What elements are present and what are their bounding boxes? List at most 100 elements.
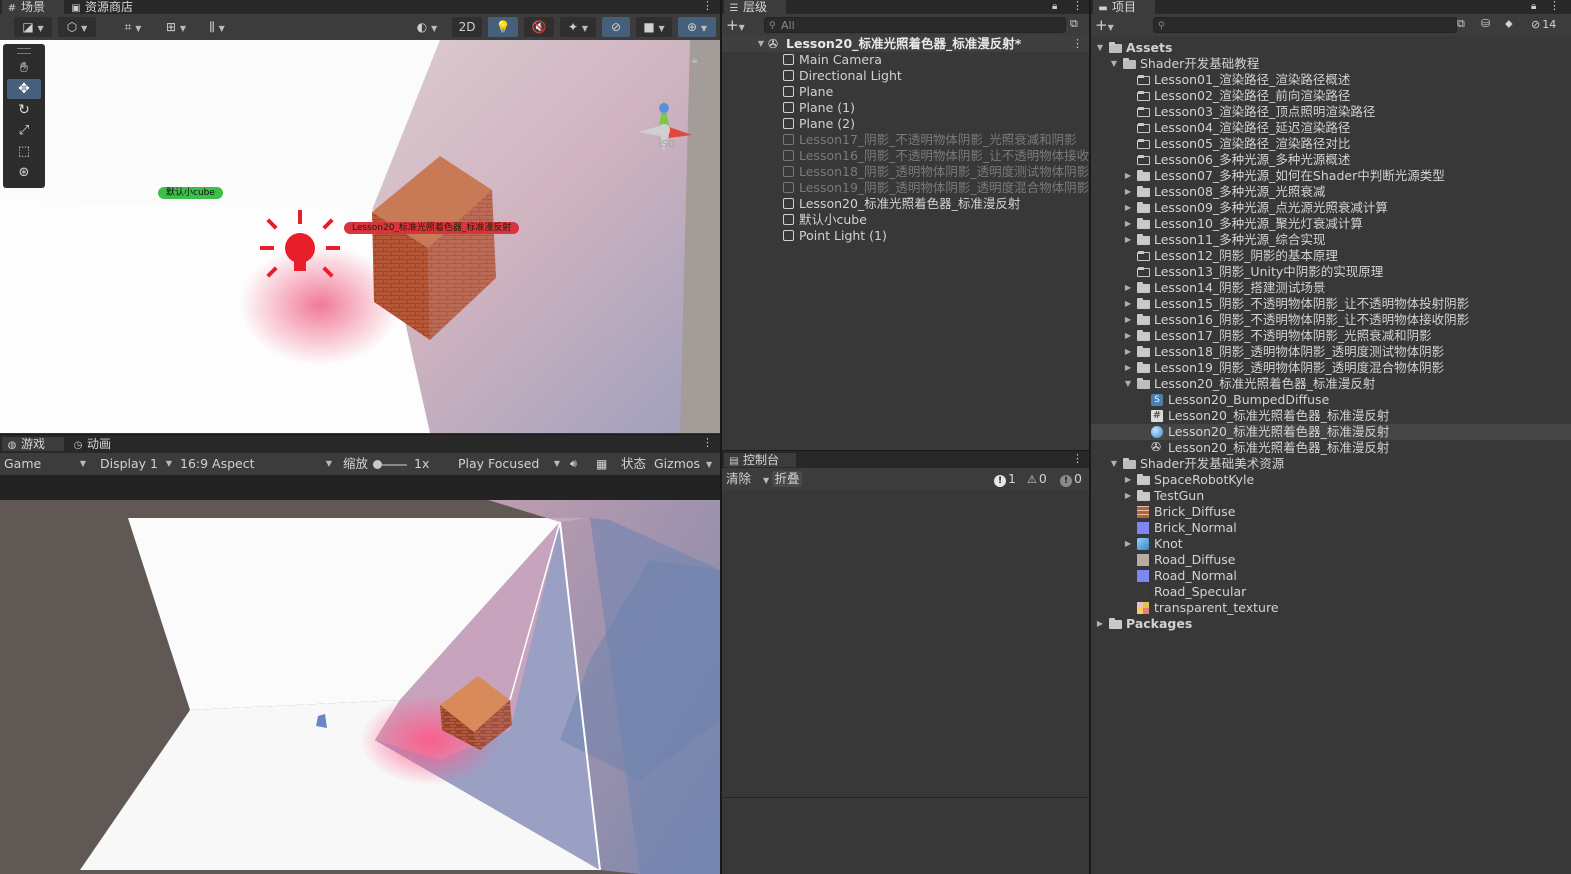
play-focused-dropdown[interactable]: Play Focused ▼ — [458, 456, 562, 472]
hierarchy-item[interactable]: Lesson19_阴影_透明物体阴影_透明度混合物体阴影 — [722, 180, 1089, 196]
console-error-toggle[interactable]: ! 1 — [994, 471, 1016, 487]
fold-arrow-icon[interactable]: ▶ — [1123, 472, 1133, 488]
project-tree-item[interactable]: ▶ Lesson08_多种光源_光照衰减 — [1091, 184, 1571, 200]
fold-arrow-icon[interactable]: ▼ — [1095, 40, 1105, 56]
project-tree-item[interactable]: Lesson20_标准光照着色器_标准漫反射 — [1091, 424, 1571, 440]
hierarchy-item[interactable]: Lesson17_阴影_不透明物体阴影_光照衰减和阴影 — [722, 132, 1089, 148]
camera-dropdown[interactable]: ■ ▼ — [636, 17, 672, 37]
hierarchy-item[interactable]: Lesson20_标准光照着色器_标准漫反射 — [722, 196, 1089, 212]
hierarchy-search-input[interactable]: ⚲ All — [764, 17, 1066, 33]
gizmos-button[interactable]: Gizmos — [654, 456, 700, 472]
fold-arrow-icon[interactable]: ▶ — [1123, 344, 1133, 360]
console-clear-button[interactable]: 清除 ▼ — [726, 471, 769, 489]
fold-arrow-icon[interactable]: ▶ — [1123, 200, 1133, 216]
hierarchy-item[interactable]: Lesson18_阴影_透明物体阴影_透明度测试物体阴影 — [722, 164, 1089, 180]
project-tree-item[interactable]: Brick_Diffuse — [1091, 504, 1571, 520]
console-menu-icon[interactable]: ⋮ — [1072, 452, 1083, 465]
scene-menu-icon[interactable]: ⋮ — [702, 0, 713, 12]
project-tree-item[interactable]: ▶ Lesson11_多种光源_综合实现 — [1091, 232, 1571, 248]
stats-button[interactable]: 状态 — [621, 456, 646, 472]
project-tree-item[interactable]: Lesson02_渲染路径_前向渲染路径 — [1091, 88, 1571, 104]
tag-filter-icon[interactable]: ⬥ — [1505, 17, 1513, 31]
project-tree-item[interactable]: Brick_Normal — [1091, 520, 1571, 536]
project-tree-item[interactable]: ▼ Lesson20_标准光照着色器_标准漫反射 — [1091, 376, 1571, 392]
console-info-toggle[interactable]: ! 0 — [1060, 471, 1082, 487]
tab-animation[interactable]: ◷ 动画 — [68, 437, 138, 451]
hierarchy-item[interactable]: Directional Light — [722, 68, 1089, 84]
stats-grid-icon[interactable]: ▦ — [596, 456, 607, 472]
project-tree-item[interactable]: ▶ Lesson19_阴影_透明物体阴影_透明度混合物体阴影 — [1091, 360, 1571, 376]
2d-toggle-button[interactable]: 2D — [452, 17, 482, 37]
mute-audio-icon[interactable]: 🔊︎ — [570, 456, 577, 472]
project-tree-item[interactable]: S Lesson20_BumpedDiffuse — [1091, 392, 1571, 408]
fold-arrow-icon[interactable]: ▶ — [1123, 280, 1133, 296]
scale-tool-icon[interactable]: ⤢ — [7, 121, 41, 141]
scene-lock-icon[interactable]: 🔒︎ — [692, 55, 697, 66]
tab-asset-store[interactable]: ▣ 资源商店 — [66, 0, 152, 14]
fold-arrow-icon[interactable]: ▶ — [1123, 216, 1133, 232]
project-tree-item[interactable]: Lesson01_渲染路径_渲染路径概述 — [1091, 72, 1571, 88]
project-tree-item[interactable]: ▶ Lesson09_多种光源_点光源光照衰减计算 — [1091, 200, 1571, 216]
project-tree-item[interactable]: Lesson06_多种光源_多种光源概述 — [1091, 152, 1571, 168]
render-mode-dropdown[interactable]: ◐ ▼ — [408, 17, 446, 37]
fold-arrow-icon[interactable]: ▶ — [1123, 488, 1133, 504]
hierarchy-filter-icon[interactable]: ⧉ — [1070, 17, 1078, 31]
fold-arrow-icon[interactable]: ▶ — [1123, 232, 1133, 248]
project-tree-item[interactable]: ▶ Lesson10_多种光源_聚光灯衰减计算 — [1091, 216, 1571, 232]
project-tree-item[interactable]: Road_Diffuse — [1091, 552, 1571, 568]
hierarchy-item[interactable]: Plane (1) — [722, 100, 1089, 116]
hierarchy-menu-icon[interactable]: ⋮ — [1072, 0, 1083, 12]
project-tree-item[interactable]: ▶ Knot — [1091, 536, 1571, 552]
hierarchy-item[interactable]: Plane (2) — [722, 116, 1089, 132]
display-dropdown[interactable]: Display 1 ▼ — [100, 456, 172, 472]
transform-tool-icon[interactable]: ⊛ — [7, 163, 41, 183]
fold-arrow-icon[interactable]: ▶ — [1123, 168, 1133, 184]
hierarchy-item[interactable]: Lesson16_阴影_不透明物体阴影_让不透明物体接收阴影 — [722, 148, 1089, 164]
scene-row-menu-icon[interactable]: ⋮ — [1072, 36, 1083, 52]
project-tree-item[interactable]: Lesson04_渲染路径_延迟渲染路径 — [1091, 120, 1571, 136]
rect-tool-icon[interactable]: ⬚ — [7, 142, 41, 162]
fold-arrow-icon[interactable]: ▶ — [1123, 184, 1133, 200]
fold-arrow-icon[interactable]: ▶ — [1123, 312, 1133, 328]
fold-arrow-icon[interactable]: ▶ — [1095, 616, 1105, 632]
hierarchy-item[interactable]: Main Camera — [722, 52, 1089, 68]
project-menu-icon[interactable]: ⋮ — [1549, 0, 1560, 12]
fold-arrow-icon[interactable]: ▶ — [1123, 360, 1133, 376]
zoom-slider[interactable] — [373, 460, 407, 469]
hidden-packages-toggle[interactable]: ⊘ 14 — [1531, 17, 1556, 33]
console-collapse-button[interactable]: 折叠 — [772, 471, 802, 487]
game-menu-icon[interactable]: ⋮ — [702, 436, 713, 449]
project-tree-item[interactable]: ▶ Lesson07_多种光源_如何在Shader中判断光源类型 — [1091, 168, 1571, 184]
project-tree-item[interactable]: ▼ Shader开发基础美术资源 — [1091, 456, 1571, 472]
increment-snap-button[interactable]: ⊞ ▼ — [158, 17, 194, 37]
hierarchy-item[interactable]: Plane — [722, 84, 1089, 100]
project-search-input[interactable]: ⚲ — [1153, 17, 1457, 33]
gizmos-dropdown[interactable]: ⊕ ▼ — [678, 17, 716, 37]
hierarchy-add-button[interactable]: +▼ — [726, 16, 745, 37]
project-tree-item[interactable]: ▶ Packages — [1091, 616, 1571, 632]
move-tool-icon[interactable]: ✥ — [7, 79, 41, 99]
tab-console[interactable]: ▤ 控制台 — [724, 453, 796, 467]
scene-fold-icon[interactable]: ▼ — [756, 36, 766, 52]
console-divider[interactable] — [722, 797, 1089, 798]
search-by-label-icon[interactable]: ⛁ — [1481, 17, 1490, 30]
tab-scene[interactable]: # 场景 — [2, 0, 64, 14]
fold-arrow-icon[interactable]: ▶ — [1123, 296, 1133, 312]
grid-snap-button[interactable]: ⌗ ▼ — [114, 17, 152, 37]
project-tree-item[interactable]: ✇ Lesson20_标准光照着色器_标准漫反射 — [1091, 440, 1571, 456]
fold-arrow-icon[interactable]: ▼ — [1109, 56, 1119, 72]
aspect-dropdown[interactable]: 16:9 Aspect ▼ — [180, 456, 332, 472]
game-viewport[interactable] — [0, 500, 720, 874]
fold-arrow-icon[interactable]: ▼ — [1109, 456, 1119, 472]
align-button[interactable]: ⫼ ▼ — [198, 17, 236, 37]
hierarchy-item[interactable]: Point Light (1) — [722, 228, 1089, 244]
project-tree-item[interactable]: ▶ Lesson14_阴影_搭建测试场景 — [1091, 280, 1571, 296]
tab-game[interactable]: ◍ 游戏 — [2, 437, 64, 451]
project-tree-item[interactable]: ▶ Lesson18_阴影_透明物体阴影_透明度测试物体阴影 — [1091, 344, 1571, 360]
lighting-toggle-icon[interactable]: 💡 — [488, 17, 518, 37]
project-tree-item[interactable]: Road_Normal — [1091, 568, 1571, 584]
project-lock-icon[interactable]: 🔒︎ — [1531, 0, 1541, 14]
project-tree-item[interactable]: Lesson03_渲染路径_顶点照明渲染路径 — [1091, 104, 1571, 120]
hand-tool-icon[interactable]: ✋︎ — [7, 58, 41, 78]
audio-toggle-icon[interactable]: 🔇 — [524, 17, 554, 37]
